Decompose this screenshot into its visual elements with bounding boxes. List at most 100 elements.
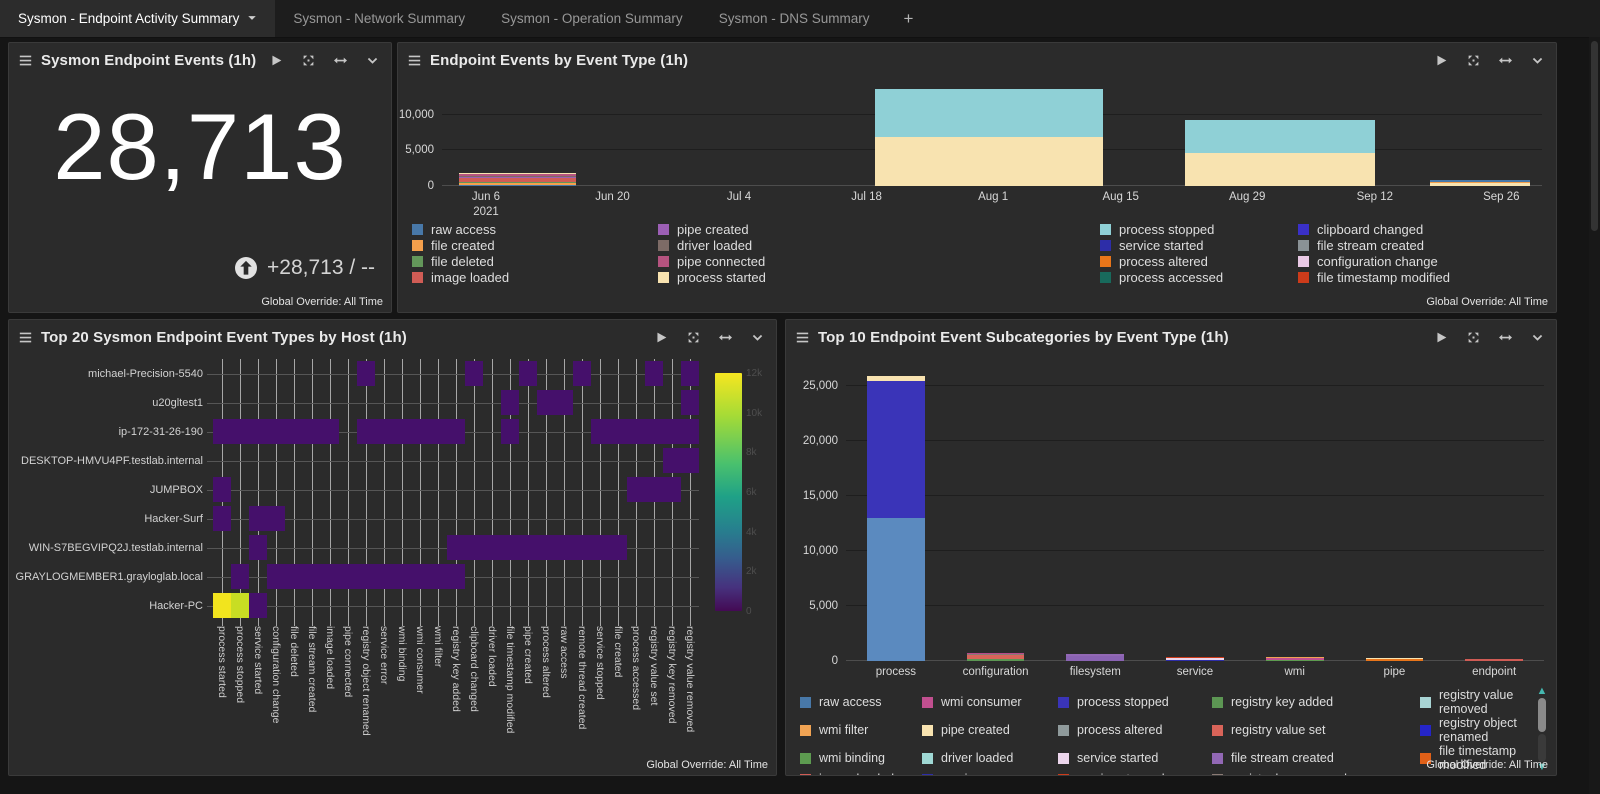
heatmap-cell[interactable] (321, 419, 339, 444)
heatmap-cell[interactable] (267, 506, 285, 531)
heatmap-cell[interactable] (447, 535, 465, 560)
legend-item-service-started[interactable]: service started (1058, 744, 1202, 772)
legend-item-configuration-change[interactable]: configuration change (1298, 254, 1450, 269)
legend-item-process-stopped[interactable]: process stopped (1100, 222, 1288, 237)
heatmap-cell[interactable] (645, 477, 663, 502)
heatmap-cell[interactable] (681, 361, 699, 386)
bar-process[interactable] (866, 366, 925, 661)
dashboard-tab[interactable]: Sysmon - Endpoint Activity Summary (0, 0, 276, 37)
heatmap-cell[interactable] (591, 535, 609, 560)
heatmap-cell[interactable] (609, 535, 627, 560)
heatmap-cell[interactable] (555, 535, 573, 560)
events-by-type-chart[interactable]: 0 5,000 10,000 Jun 6 2021 Jun 20 Jul 4 Jul 18 Au… (399, 86, 1542, 218)
legend-item-service-stopped[interactable]: service stopped (1058, 772, 1202, 775)
heatmap-cell[interactable] (213, 419, 231, 444)
legend-item-registry-key-removed[interactable]: registry key removed (1212, 772, 1410, 775)
resize-horizontal-icon[interactable] (719, 331, 732, 344)
legend-item-driver-loaded[interactable]: driver loaded (922, 744, 1048, 772)
play-icon[interactable] (1435, 331, 1448, 344)
heatmap-cell[interactable] (573, 361, 591, 386)
drag-handle-icon[interactable] (408, 54, 421, 67)
resize-horizontal-icon[interactable] (334, 54, 347, 67)
drag-handle-icon[interactable] (19, 331, 32, 344)
legend-item-file-stream-created[interactable]: file stream created (1212, 744, 1410, 772)
bar-filesystem[interactable] (1066, 366, 1125, 661)
legend-item-registry-value-set[interactable]: registry value set (1212, 716, 1410, 744)
collapse-chevron-icon[interactable] (1531, 331, 1544, 344)
heatmap-cell[interactable] (519, 535, 537, 560)
legend-item-clipboard-changed[interactable]: clipboard changed (1298, 222, 1450, 237)
heatmap-cell[interactable] (645, 419, 663, 444)
legend-item-file-stream-created[interactable]: file stream created (1298, 238, 1450, 253)
heatmap-cell[interactable] (213, 506, 231, 531)
play-icon[interactable] (1435, 54, 1448, 67)
resize-horizontal-icon[interactable] (1499, 54, 1512, 67)
heatmap-cell[interactable] (681, 419, 699, 444)
bar-service[interactable] (1166, 366, 1224, 661)
drag-handle-icon[interactable] (796, 331, 809, 344)
heatmap-cell[interactable] (536, 390, 555, 415)
collapse-chevron-icon[interactable] (366, 54, 379, 67)
heatmap-cell[interactable] (411, 564, 429, 589)
heatmap-cell[interactable] (231, 419, 249, 444)
legend-item-file-timestamp-modified[interactable]: file timestamp modified (1298, 270, 1450, 285)
fullscreen-icon[interactable] (1467, 331, 1480, 344)
page-scrollbar[interactable] (1589, 37, 1600, 794)
dashboard-tab[interactable]: Sysmon - DNS Summary (701, 0, 888, 37)
heatmap-cell[interactable] (357, 361, 375, 386)
play-icon[interactable] (655, 331, 668, 344)
legend-item-raw-access[interactable]: raw access (800, 688, 912, 716)
bar-segment-image-loaded[interactable] (1465, 659, 1524, 661)
bar-segment-process-accessed[interactable] (866, 517, 925, 661)
bar-segment-wmi-binding[interactable] (1265, 660, 1324, 661)
bar-segment-raw-access[interactable] (458, 185, 577, 186)
bar-Aug 22 - Sep 12[interactable] (1184, 86, 1375, 186)
bar-pipe[interactable] (1365, 366, 1424, 661)
heatmap-cell[interactable] (249, 419, 267, 444)
heatmap-cell[interactable] (249, 593, 267, 618)
fullscreen-icon[interactable] (302, 54, 315, 67)
legend-item-driver-loaded[interactable]: driver loaded (658, 238, 1090, 253)
heatmap-cell[interactable] (663, 448, 681, 473)
scrollbar-thumb[interactable] (1538, 698, 1546, 732)
heatmap-cell[interactable] (519, 361, 537, 386)
bar-segment-process-started[interactable] (1184, 153, 1375, 186)
page-scrollbar-thumb[interactable] (1591, 41, 1598, 231)
heatmap-cell[interactable] (339, 564, 357, 589)
legend-item-raw-access[interactable]: raw access (412, 222, 648, 237)
heatmap-cell[interactable] (429, 419, 447, 444)
heatmap-cell[interactable] (663, 477, 681, 502)
heatmap-cell[interactable] (393, 419, 411, 444)
heatmap-cell[interactable] (213, 477, 231, 502)
heatmap-cell[interactable] (249, 506, 267, 531)
heatmap-cell[interactable] (447, 564, 465, 589)
bar-segment-process-started[interactable] (875, 137, 1104, 186)
legend-item-service-error[interactable]: service error (922, 772, 1048, 775)
add-tab-button[interactable]: + (887, 0, 929, 37)
heatmap-cell[interactable] (483, 535, 501, 560)
play-icon[interactable] (270, 54, 283, 67)
legend-item-process-started[interactable]: process started (658, 270, 1090, 285)
bar-segment-pipe-connected[interactable] (1365, 659, 1424, 661)
collapse-chevron-icon[interactable] (751, 331, 764, 344)
heatmap-cell[interactable] (501, 535, 519, 560)
heatmap-cell[interactable] (374, 564, 393, 589)
heatmap-cell[interactable] (627, 419, 645, 444)
bar-configuration[interactable] (966, 366, 1025, 661)
heatmap-cell[interactable] (609, 419, 627, 444)
scrollbar-track[interactable] (1538, 734, 1546, 762)
bar-endpoint[interactable] (1465, 366, 1524, 661)
legend-item-image-loaded[interactable]: image loaded (800, 772, 912, 775)
heatmap-cell[interactable] (374, 419, 393, 444)
heatmap-cell[interactable] (681, 448, 699, 473)
legend-item-file-created[interactable]: file created (412, 238, 648, 253)
drag-handle-icon[interactable] (19, 54, 32, 67)
heatmap-cell[interactable] (267, 564, 285, 589)
heatmap-cell[interactable] (681, 390, 699, 415)
heatmap-cell[interactable] (321, 564, 339, 589)
heatmap-cell[interactable] (465, 361, 483, 386)
legend-item-process-stopped[interactable]: process stopped (1058, 688, 1202, 716)
dashboard-tab[interactable]: Sysmon - Network Summary (275, 0, 483, 37)
heatmap-cell[interactable] (213, 593, 231, 618)
collapse-chevron-icon[interactable] (1531, 54, 1544, 67)
